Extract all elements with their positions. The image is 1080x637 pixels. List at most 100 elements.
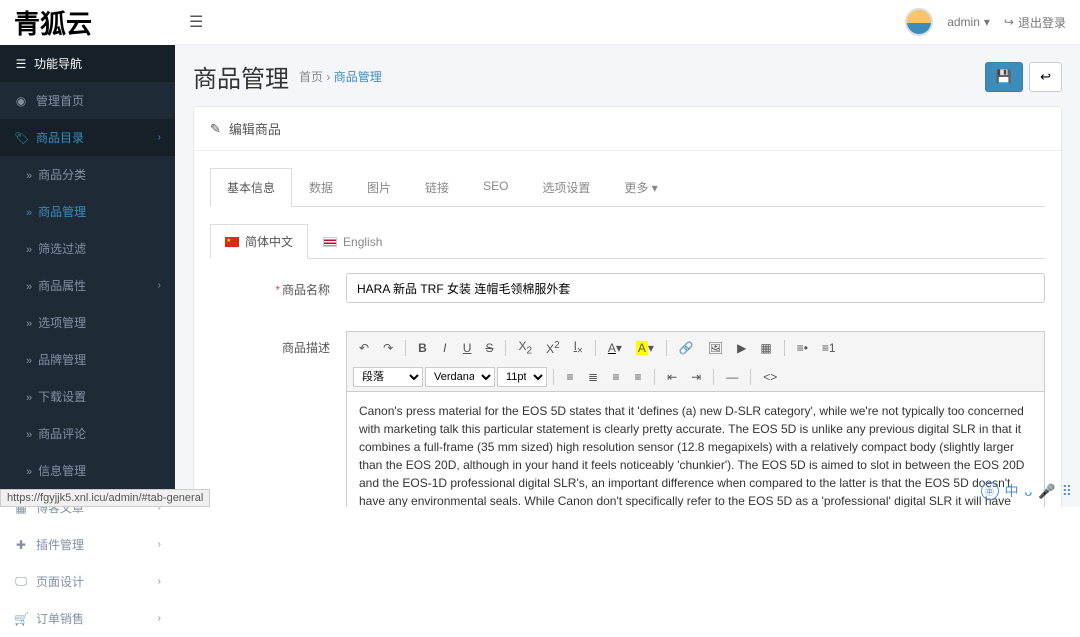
nav-plugin[interactable]: ✚插件管理› [0,526,175,563]
editor-toolbar: ↶ ↷ B I U S X2 X2 [347,332,1044,392]
panel-head: ✎ 编辑商品 [194,107,1061,151]
breadcrumb-link[interactable]: 商品管理 [334,70,382,84]
nav-filter[interactable]: 筛选过滤 [0,230,175,267]
code-button[interactable]: <> [757,367,783,387]
media-button[interactable]: ▶ [731,338,752,358]
image-button[interactable]: 🖼 [702,338,729,358]
nav-design[interactable]: 🖵页面设计› [0,563,175,600]
hr-button[interactable]: — [720,367,744,387]
breadcrumb: 首页 › 商品管理 [299,68,382,85]
tab-more[interactable]: 更多 ▾ [607,168,674,207]
pencil-icon: ✎ [210,121,221,137]
float-toolbar: ㊥ 中 ᴗ 🎤 ⠿ [981,481,1073,501]
caret-down-icon: ▾ [984,15,990,29]
align-left-button[interactable]: ≡ [560,367,580,387]
nav-category[interactable]: 商品分类 [0,156,175,193]
indent-button[interactable]: ⇥ [685,367,707,387]
sidebar: 青狐云 ☰功能导航 ◉管理首页 🏷商品目录› 商品分类 商品管理 筛选过滤 商品… [0,0,175,507]
dashboard-icon: ◉ [14,94,28,108]
float-icon-3[interactable]: ᴗ [1025,483,1033,499]
nav-attribute[interactable]: 商品属性› [0,267,175,304]
style-select[interactable]: 段落 [353,367,423,387]
font-select[interactable]: Verdana [425,367,495,387]
strike-button[interactable]: S [479,338,499,358]
ol-button[interactable]: ≡1 [816,338,842,358]
chevron-right-icon: › [158,539,161,550]
save-button[interactable]: 💾 [985,62,1023,92]
nav-catalog[interactable]: 🏷商品目录› [0,119,175,156]
rich-editor: ↶ ↷ B I U S X2 X2 [346,331,1045,507]
lang-tab-en[interactable]: English [308,224,397,259]
clear-button[interactable]: I× [568,336,589,359]
bold-button[interactable]: B [412,338,433,358]
table-button[interactable]: ▦ [754,338,777,358]
sidebar-toggle[interactable]: ☰ [189,12,203,32]
puzzle-icon: ✚ [14,538,28,552]
nav-download[interactable]: 下载设置 [0,378,175,415]
back-icon: ↩ [1040,69,1051,84]
italic-button[interactable]: I [435,338,455,358]
product-name-input[interactable] [346,273,1045,303]
size-select[interactable]: 11pt [497,367,547,387]
caret-down-icon: ▾ [652,181,658,195]
cart-icon: 🛒 [14,612,28,626]
nav-header: ☰功能导航 [0,45,175,82]
underline-button[interactable]: U [457,338,478,358]
lang-tabs: 简体中文 English [210,223,1045,259]
editor-content[interactable]: Canon's press material for the EOS 5D st… [347,392,1044,507]
nav-info[interactable]: 信息管理 [0,452,175,489]
chevron-right-icon: › [158,280,161,291]
float-icon-5[interactable]: ⠿ [1062,483,1072,500]
nav-brand[interactable]: 品牌管理 [0,341,175,378]
brand-logo: 青狐云 [0,0,175,45]
nav-review[interactable]: 商品评论 [0,415,175,452]
sub-button[interactable]: X2 [512,336,538,359]
nav-option[interactable]: 选项管理 [0,304,175,341]
float-icon-1[interactable]: ㊥ [981,482,999,500]
topbar: ☰ admin▾ ↪退出登录 [175,0,1080,45]
tab-option[interactable]: 选项设置 [525,168,607,207]
lang-tab-cn[interactable]: 简体中文 [210,224,308,259]
tab-seo[interactable]: SEO [466,168,525,207]
flag-cn-icon [225,237,239,247]
page-title: 商品管理 [193,59,289,94]
content: 商品管理 首页 › 商品管理 💾 ↩ ✎ 编辑商品 基本信息 数据 [175,45,1080,507]
logout-icon: ↪ [1004,15,1014,29]
user-menu[interactable]: admin▾ [947,15,990,29]
backcolor-button[interactable]: A▾ [630,338,660,358]
outdent-button[interactable]: ⇤ [661,367,683,387]
name-label: *商品名称 [210,273,330,298]
tab-data[interactable]: 数据 [292,168,350,207]
float-icon-2[interactable]: 中 [1005,481,1019,501]
tab-basic[interactable]: 基本信息 [210,168,292,207]
logout-link[interactable]: ↪退出登录 [1004,14,1066,31]
nav-product[interactable]: 商品管理 [0,193,175,230]
desc-label: 商品描述 [210,331,330,356]
ul-button[interactable]: ≡• [791,338,814,358]
form-tabs: 基本信息 数据 图片 链接 SEO 选项设置 更多 ▾ [210,167,1045,207]
status-url: https://fgyjjk5.xnl.icu/admin/#tab-gener… [0,489,210,507]
edit-panel: ✎ 编辑商品 基本信息 数据 图片 链接 SEO 选项设置 更多 ▾ 简体中文 [193,106,1062,507]
back-button[interactable]: ↩ [1029,62,1062,92]
chevron-right-icon: › [158,613,161,624]
undo-button[interactable]: ↶ [353,338,375,358]
nav-dashboard[interactable]: ◉管理首页 [0,82,175,119]
sup-button[interactable]: X2 [540,337,566,359]
align-right-button[interactable]: ≡ [606,367,626,387]
align-justify-button[interactable]: ≡ [628,367,648,387]
monitor-icon: 🖵 [14,574,28,589]
forecolor-button[interactable]: A▾ [602,338,628,358]
tag-icon: 🏷 [14,131,28,145]
main: ☰ admin▾ ↪退出登录 商品管理 首页 › 商品管理 💾 ↩ [175,0,1080,507]
float-icon-4[interactable]: 🎤 [1038,483,1055,500]
menu-icon: ☰ [14,57,28,71]
tab-image[interactable]: 图片 [350,168,408,207]
redo-button[interactable]: ↷ [377,338,399,358]
align-center-button[interactable]: ≣ [582,367,604,387]
nav-sales[interactable]: 🛒订单销售› [0,600,175,637]
flag-en-icon [323,237,337,247]
avatar[interactable] [905,8,933,36]
save-icon: 💾 [996,69,1012,84]
tab-link[interactable]: 链接 [408,168,466,207]
link-button[interactable]: 🔗 [673,338,700,358]
